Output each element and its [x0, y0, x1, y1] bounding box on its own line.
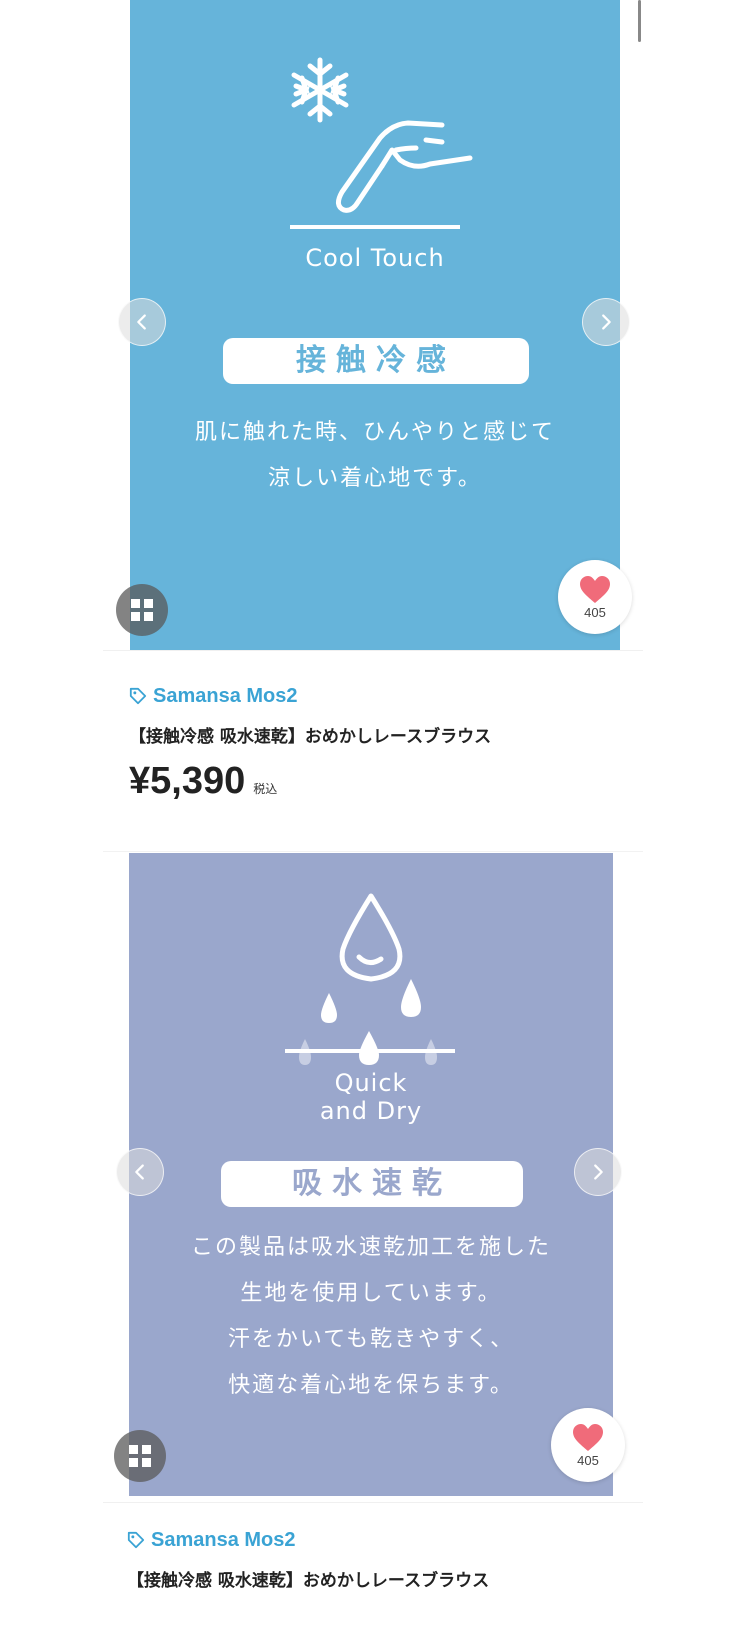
- feature-label: 吸水速乾: [221, 1161, 523, 1207]
- heart-icon: [573, 1424, 603, 1451]
- description-line: 生地を使用しています。: [240, 1281, 502, 1306]
- prev-image-button[interactable]: [116, 1148, 164, 1196]
- feature-label: 接触冷感: [223, 338, 529, 384]
- price: ¥5,390: [129, 760, 246, 802]
- grid-icon: [131, 599, 153, 621]
- caption-en: Cool Touch: [305, 244, 445, 272]
- product-image: Cool Touch 接触冷感 肌に触れた時、ひんやりと感じて 涼しい着心地です…: [130, 0, 620, 650]
- favorite-count: 405: [577, 1453, 599, 1468]
- favorite-button[interactable]: 405: [551, 1408, 625, 1482]
- tax-label: 税込: [253, 782, 278, 796]
- product-image-carousel[interactable]: Cool Touch 接触冷感 肌に触れた時、ひんやりと感じて 涼しい着心地です…: [103, 0, 643, 651]
- image-grid-button[interactable]: [116, 584, 168, 636]
- cool-touch-illustration: [290, 57, 473, 229]
- favorite-button[interactable]: 405: [558, 560, 632, 634]
- brand-link[interactable]: Samansa Mos2: [127, 1527, 296, 1553]
- description-line: 涼しい着心地です。: [268, 466, 482, 491]
- chevron-left-icon: [135, 1164, 144, 1180]
- product-title[interactable]: 【接触冷感 吸水速乾】おめかしレースブラウス: [129, 722, 629, 747]
- heart-icon: [580, 576, 610, 603]
- hand-icon: [336, 120, 473, 213]
- price-row: ¥5,390 税込: [129, 760, 277, 803]
- chevron-left-icon: [137, 314, 146, 330]
- brand-link[interactable]: Samansa Mos2: [129, 683, 298, 709]
- chevron-right-icon: [602, 314, 611, 330]
- tag-icon: [127, 1531, 145, 1549]
- water-drop-icon: [339, 893, 403, 982]
- caption-en-line2: and Dry: [319, 1097, 423, 1125]
- next-image-button[interactable]: [574, 1148, 622, 1196]
- image-grid-button[interactable]: [114, 1430, 166, 1482]
- brand-name: Samansa Mos2: [151, 1528, 296, 1551]
- description-line: この製品は吸水速乾加工を施した: [190, 1235, 551, 1260]
- chevron-right-icon: [594, 1164, 603, 1180]
- product-image: Quick and Dry 吸水速乾 この製品は吸水速乾加工を施した 生地を使用…: [129, 853, 613, 1496]
- description-line: 肌に触れた時、ひんやりと感じて: [194, 420, 555, 445]
- next-image-button[interactable]: [582, 298, 630, 346]
- favorite-count: 405: [584, 605, 606, 620]
- snowflake-icon: [291, 57, 349, 123]
- prev-image-button[interactable]: [118, 298, 166, 346]
- product-image-carousel[interactable]: Quick and Dry 吸水速乾 この製品は吸水速乾加工を施した 生地を使用…: [103, 852, 643, 1503]
- grid-icon: [129, 1445, 151, 1467]
- feature-description: この製品は吸水速乾加工を施した 生地を使用しています。 汗をかいても乾きやすく、…: [129, 1225, 613, 1409]
- product-title[interactable]: 【接触冷感 吸水速乾】おめかしレースブラウス: [127, 1566, 627, 1591]
- description-line: 快適な着心地を保ちます。: [228, 1373, 514, 1398]
- brand-name: Samansa Mos2: [153, 684, 298, 707]
- feature-description: 肌に触れた時、ひんやりと感じて 涼しい着心地です。: [130, 410, 620, 502]
- caption-en-line1: Quick: [334, 1069, 408, 1097]
- tag-icon: [129, 687, 147, 705]
- description-line: 汗をかいても乾きやすく、: [227, 1327, 515, 1352]
